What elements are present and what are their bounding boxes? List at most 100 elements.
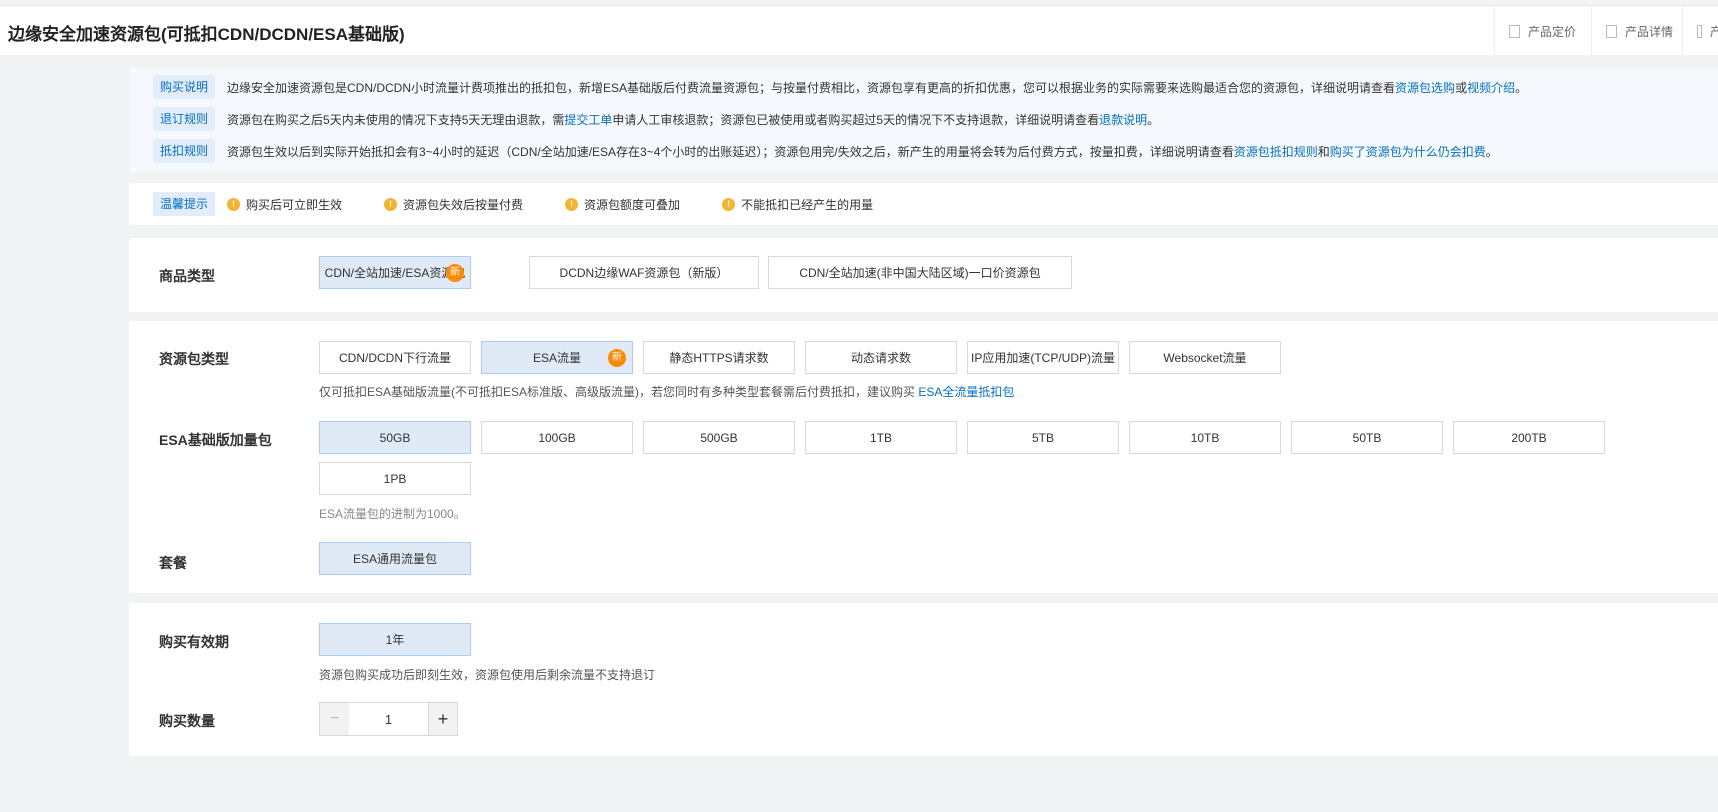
- esa-addon-option-label: 200TB: [1511, 430, 1547, 445]
- tips-tag: 温馨提示: [153, 192, 216, 216]
- info-text: 边缘安全加速资源包是CDN/DCDN小时流量计费项推出的抵扣包，新增ESA基础版…: [227, 79, 1527, 96]
- warning-icon: !: [227, 197, 241, 211]
- esa-full-package-link[interactable]: ESA全流量抵扣包: [918, 385, 1014, 399]
- header-tab-label: 产品定价: [1528, 24, 1577, 39]
- info-link[interactable]: 退款说明: [1099, 113, 1147, 127]
- tip-item: ! 不能抵扣已经产生的用量: [722, 196, 873, 213]
- product-type-option-label: DCDN边缘WAF资源包（新版）: [559, 266, 729, 280]
- package-type-label: 资源包类型: [159, 351, 229, 367]
- info-text: 资源包在购买之后5天内未使用的情况下支持5天无理由退款，需提交工单申请人工审核退…: [227, 111, 1159, 128]
- header-tab[interactable]: 产品定价: [1494, 6, 1591, 56]
- info-text-part: 资源包生效以后到实际开始抵扣会有3~4小时的延迟（CDN/全站加速/ESA存在3…: [227, 144, 1234, 159]
- info-link[interactable]: 购买了资源包为什么仍会扣费: [1330, 145, 1486, 159]
- tip-item: ! 资源包失效后按量付费: [384, 196, 523, 213]
- package-type-option[interactable]: CDN/DCDN下行流量: [319, 341, 471, 374]
- decrement-button[interactable]: −: [320, 703, 349, 735]
- info-link[interactable]: 资源包选购: [1395, 81, 1455, 95]
- info-row: 购买说明 边缘安全加速资源包是CDN/DCDN小时流量计费项推出的抵扣包，新增ES…: [153, 75, 1527, 99]
- esa-addon-option[interactable]: 200TB: [1453, 421, 1605, 454]
- quantity-label: 购买数量: [159, 713, 215, 729]
- esa-addon-label: ESA基础版加量包: [159, 432, 272, 448]
- esa-addon-option-label: 1PB: [383, 471, 407, 486]
- info-text-part: 。: [1485, 144, 1498, 159]
- page-title: 边缘安全加速资源包(可抵扣CDN/DCDN/ESA基础版): [8, 25, 405, 44]
- header-tab[interactable]: 产品详情: [1591, 6, 1682, 56]
- package-type-option[interactable]: ESA流量 新: [481, 341, 633, 374]
- product-type-option[interactable]: CDN/全站加速/ESA资源包新: [319, 256, 471, 289]
- warning-icon: !: [384, 197, 398, 211]
- header-tab-label: 产: [1709, 24, 1718, 39]
- validity-note: 资源包购买成功后即刻生效，资源包使用后剩余流量不支持退订: [319, 668, 656, 682]
- esa-addon-option-label: 50GB: [379, 430, 411, 445]
- info-text-part: 边缘安全加速资源包是CDN/DCDN小时流量计费项推出的抵扣包，新增ESA基础版…: [227, 80, 1396, 95]
- package-type-option[interactable]: IP应用加速(TCP/UDP)流量: [967, 341, 1119, 374]
- package-type-option-label: CDN/DCDN下行流量: [339, 351, 451, 365]
- tips-bar: 温馨提示 ! 购买后可立即生效 ! 资源包失效后按量付费 ! 资源包额度可叠加! 不能抵扣已…: [129, 183, 1718, 225]
- product-type-section: 商品类型 CDN/全站加速/ESA资源包新 DCDN边缘WAF资源包（新版） CDN…: [129, 238, 1718, 312]
- tip-item: ! 资源包额度可叠加: [565, 196, 680, 213]
- increment-button[interactable]: +: [428, 703, 457, 735]
- info-link[interactable]: 视频介绍: [1467, 81, 1515, 95]
- tip-text: 购买后可立即生效: [246, 197, 343, 212]
- bookmark-icon: [1509, 24, 1520, 38]
- info-box: 购买说明 边缘安全加速资源包是CDN/DCDN小时流量计费项推出的抵扣包，新增ES…: [129, 68, 1718, 172]
- product-type-label: 商品类型: [159, 268, 215, 284]
- esa-addon-option[interactable]: 50GB: [319, 421, 471, 454]
- quantity-input[interactable]: 1: [349, 703, 428, 735]
- package-type-option-label: Websocket流量: [1163, 351, 1247, 365]
- plan-option-label: ESA通用流量包: [352, 552, 437, 566]
- purchase-section: 购买有效期 资源包购买成功后即刻生效，资源包使用后剩余流量不支持退订 购买数量 …: [129, 603, 1718, 756]
- info-row: 抵扣规则 资源包生效以后到实际开始抵扣会有3~4小时的延迟（CDN/全站加速/ES…: [153, 139, 1498, 163]
- product-type-option[interactable]: DCDN边缘WAF资源包（新版）: [529, 256, 759, 289]
- page-header: 边缘安全加速资源包(可抵扣CDN/DCDN/ESA基础版) 产品定价 产品详情 产: [0, 5, 1718, 56]
- esa-addon-option[interactable]: 10TB: [1129, 421, 1281, 454]
- plan-option[interactable]: ESA通用流量包: [319, 542, 471, 575]
- esa-addon-option[interactable]: 1TB: [805, 421, 957, 454]
- validity-option[interactable]: 1年: [319, 623, 471, 656]
- esa-addon-option-label: 500GB: [700, 430, 738, 445]
- package-type-option[interactable]: 静态HTTPS请求数: [643, 341, 795, 374]
- new-badge: 新: [446, 264, 464, 282]
- info-text-part: 或: [1455, 80, 1468, 95]
- esa-addon-option[interactable]: 1PB: [319, 462, 471, 495]
- info-link[interactable]: 提交工单: [564, 113, 612, 127]
- info-text-part: 资源包在购买之后5天内未使用的情况下支持5天无理由退款，需: [227, 112, 565, 127]
- esa-addon-option-label: 1TB: [869, 430, 892, 445]
- esa-addon-option-label: 100GB: [538, 430, 576, 445]
- product-type-option-label: CDN/全站加速/ESA资源包: [324, 266, 466, 280]
- tip-text: 不能抵扣已经产生的用量: [741, 197, 874, 212]
- validity-option-label: 1年: [385, 633, 405, 647]
- info-text-part: 和: [1317, 144, 1330, 159]
- new-badge: 新: [608, 349, 626, 367]
- info-link[interactable]: 资源包抵扣规则: [1234, 145, 1318, 159]
- esa-addon-option-label: 50TB: [1352, 430, 1382, 445]
- product-type-option[interactable]: CDN/全站加速(非中国大陆区域)一口价资源包: [768, 256, 1072, 289]
- info-tag: 抵扣规则: [153, 139, 216, 163]
- package-type-option[interactable]: 动态请求数: [805, 341, 957, 374]
- esa-addon-option-label: 10TB: [1190, 430, 1220, 445]
- package-type-option-label: IP应用加速(TCP/UDP)流量: [970, 351, 1115, 365]
- product-type-option-label: CDN/全站加速(非中国大陆区域)一口价资源包: [799, 266, 1041, 280]
- package-section: 资源包类型 仅可抵扣ESA基础版流量(不可抵扣ESA标准版、高级版流量)，若您同…: [129, 321, 1718, 593]
- info-text: 资源包生效以后到实际开始抵扣会有3~4小时的延迟（CDN/全站加速/ESA存在3…: [227, 143, 1498, 160]
- package-type-option-label: ESA流量: [532, 351, 581, 365]
- tip-item: ! 购买后可立即生效: [227, 196, 342, 213]
- validity-label: 购买有效期: [159, 634, 229, 650]
- esa-addon-option[interactable]: 500GB: [643, 421, 795, 454]
- header-tab[interactable]: 产: [1682, 6, 1718, 56]
- info-text-part: 。: [1515, 80, 1528, 95]
- info-text-part: 。: [1147, 112, 1160, 127]
- list-icon: [1606, 24, 1617, 38]
- warning-icon: !: [565, 197, 579, 211]
- info-tag: 退订规则: [153, 107, 216, 131]
- esa-addon-option-label: 5TB: [1031, 430, 1054, 445]
- warning-icon: !: [722, 197, 736, 211]
- quantity-stepper[interactable]: − 1 +: [319, 702, 458, 736]
- package-type-option-label: 静态HTTPS请求数: [669, 351, 769, 365]
- package-type-option[interactable]: Websocket流量: [1129, 341, 1281, 374]
- esa-addon-option[interactable]: 100GB: [481, 421, 633, 454]
- esa-addon-option[interactable]: 5TB: [967, 421, 1119, 454]
- document-icon: [1697, 24, 1702, 38]
- esa-addon-option[interactable]: 50TB: [1291, 421, 1443, 454]
- info-tag: 购买说明: [153, 75, 216, 99]
